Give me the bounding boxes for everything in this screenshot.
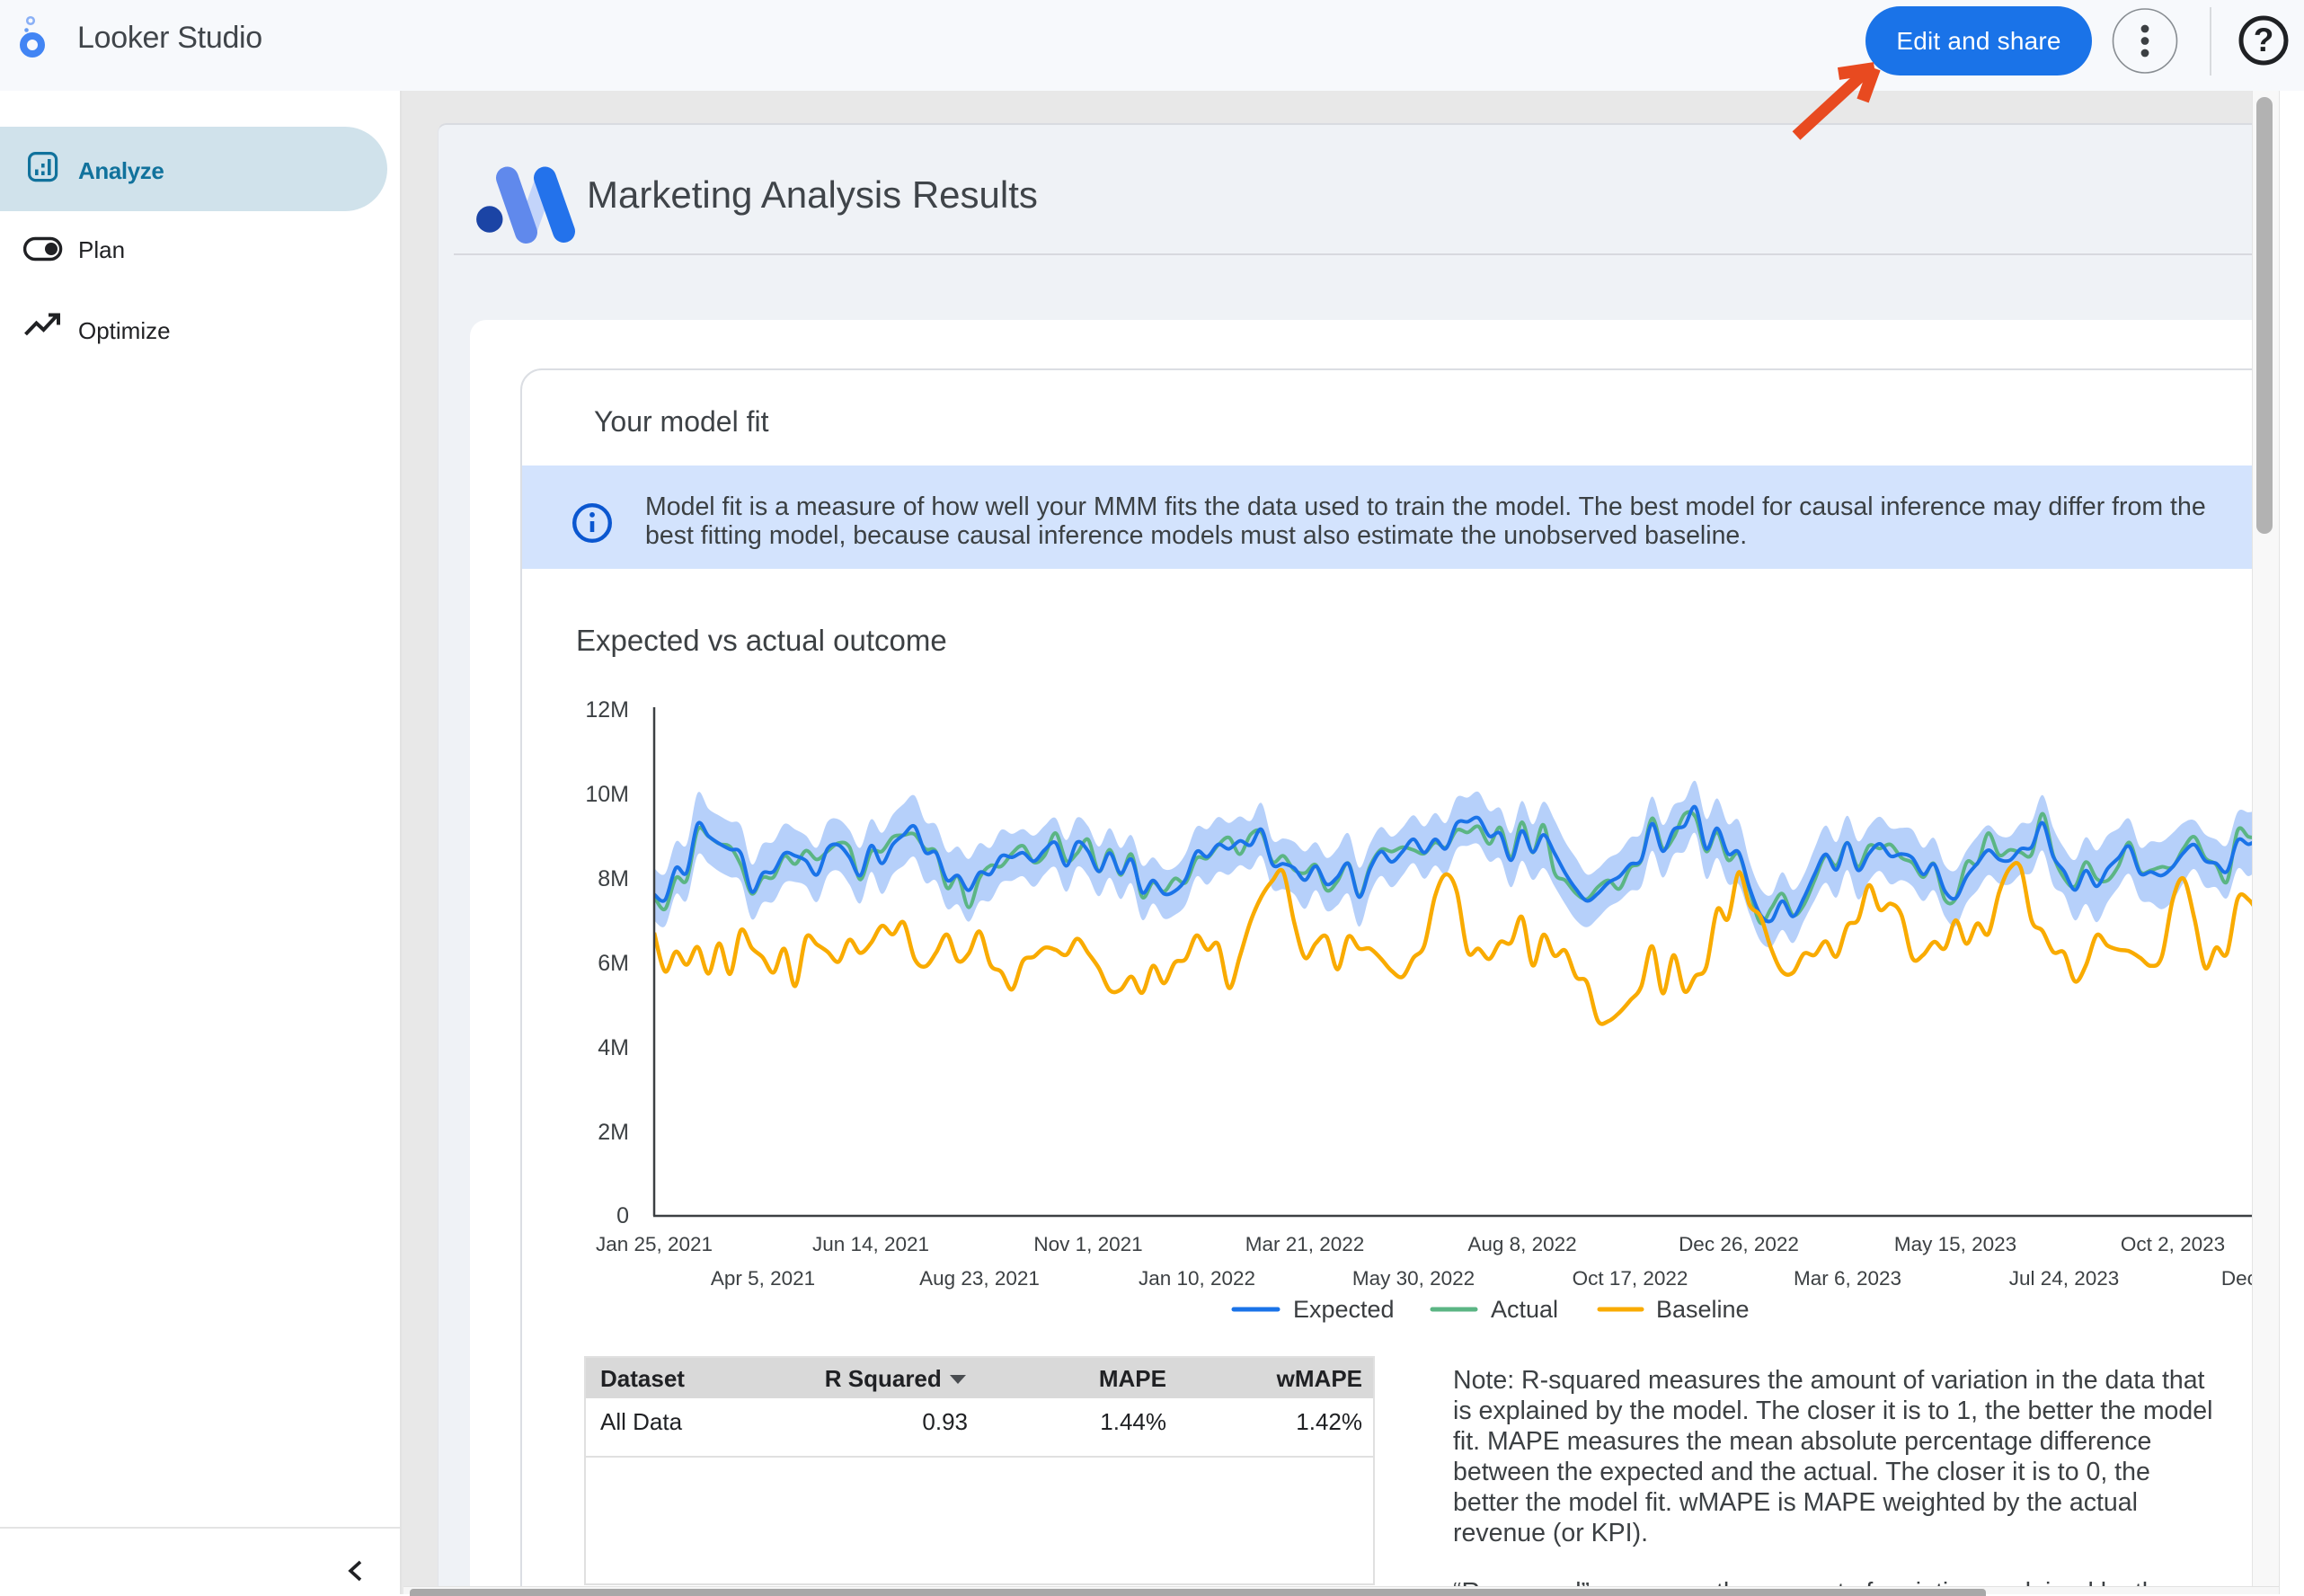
svg-text:0: 0 [616,1203,629,1228]
svg-text:12M: 12M [585,697,629,723]
svg-text:Jan 25, 2021: Jan 25, 2021 [596,1233,713,1255]
svg-text:Jul 24, 2023: Jul 24, 2023 [2009,1267,2120,1290]
svg-text:Oct 2, 2023: Oct 2, 2023 [2121,1233,2225,1255]
svg-text:May 15, 2023: May 15, 2023 [1894,1233,2016,1255]
svg-text:Jan 10, 2022: Jan 10, 2022 [1139,1267,1255,1290]
svg-text:8M: 8M [598,866,629,891]
svg-text:Apr 5, 2021: Apr 5, 2021 [711,1267,815,1290]
svg-text:2M: 2M [598,1120,629,1145]
svg-text:Oct 17, 2022: Oct 17, 2022 [1573,1267,1688,1290]
svg-text:May 30, 2022: May 30, 2022 [1352,1267,1475,1290]
svg-text:Nov 1, 2021: Nov 1, 2021 [1033,1233,1142,1255]
svg-text:?: ? [2254,22,2274,58]
svg-text:Mar 6, 2023: Mar 6, 2023 [1794,1267,1901,1290]
svg-text:Dec 26, 2022: Dec 26, 2022 [1679,1233,1799,1255]
svg-text:Mar 21, 2022: Mar 21, 2022 [1245,1233,1365,1255]
svg-text:Aug 8, 2022: Aug 8, 2022 [1467,1233,1576,1255]
svg-text:Baseline: Baseline [1656,1296,1750,1323]
svg-text:Expected: Expected [1293,1296,1395,1323]
svg-text:Dec 11, 2023: Dec 11, 2023 [2221,1267,2252,1290]
svg-text:Jun 14, 2021: Jun 14, 2021 [812,1233,929,1255]
svg-text:Aug 23, 2021: Aug 23, 2021 [919,1267,1040,1290]
svg-text:4M: 4M [598,1035,629,1060]
svg-text:6M: 6M [598,951,629,976]
svg-text:10M: 10M [585,782,629,807]
svg-text:Actual: Actual [1491,1296,1558,1323]
